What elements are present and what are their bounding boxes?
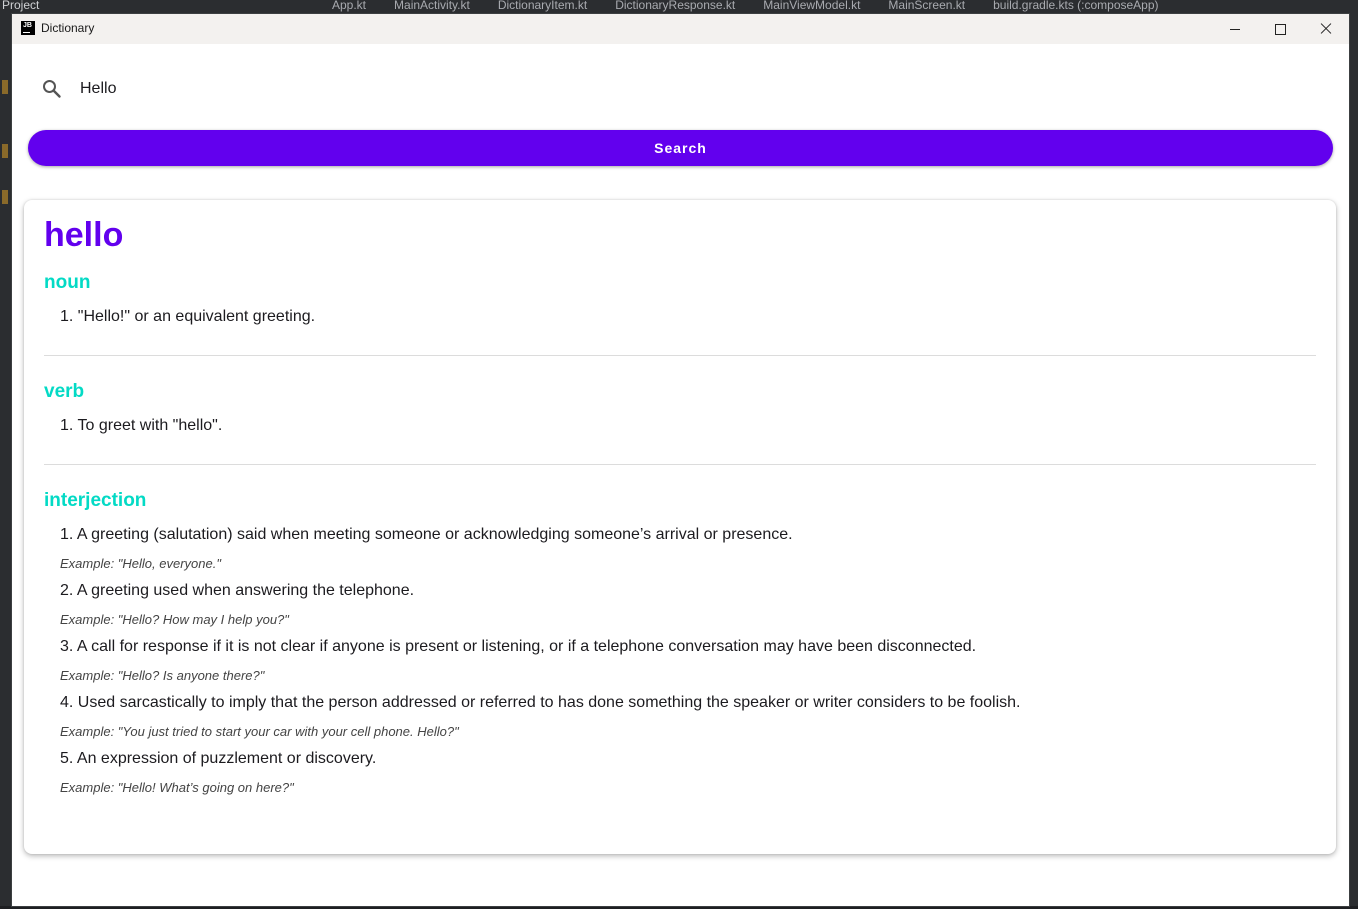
search-input[interactable] [80,74,1280,104]
maximize-icon [1274,23,1286,35]
definition-item: 2. A greeting used when answering the te… [44,581,1316,629]
part-of-speech: interjection [44,490,147,511]
definition-text: 2. A greeting used when answering the te… [60,582,415,599]
close-icon [1320,23,1332,35]
definition-item: 3. A call for response if it is not clea… [44,637,1316,685]
definition-item: 5. An expression of puzzlement or discov… [44,749,1316,797]
ide-left-gutter [0,14,12,909]
ide-tab[interactable]: MainActivity.kt [380,0,484,12]
search-field[interactable] [28,44,1333,132]
title-bar[interactable]: JB Dictionary [12,14,1349,44]
definition-text: 1. To greet with "hello". [60,417,223,434]
ide-tab-strip: App.kt MainActivity.kt DictionaryItem.kt… [318,0,1173,12]
search-icon [43,80,61,98]
divider [44,355,1316,356]
definition-example: Example: "You just tried to start your c… [60,724,459,739]
definition-text: 1. "Hello!" or an equivalent greeting. [60,308,316,325]
ide-marker [2,80,8,94]
definition-text: 1. A greeting (salutation) said when mee… [60,526,793,543]
ide-marker [2,144,8,158]
dictionary-window: JB Dictionary Search hello noun 1. "Hell… [12,14,1349,906]
ide-tab[interactable]: DictionaryItem.kt [484,0,601,12]
definition-example: Example: "Hello? Is anyone there?" [60,668,265,683]
definition-card: hello noun 1. "Hello!" or an equivalent … [24,200,1336,854]
meaning-verb: verb 1. To greet with "hello". [44,381,1316,436]
definition-example: Example: "Hello? How may I help you?" [60,612,289,627]
definition-example: Example: "Hello! What’s going on here?" [60,780,294,795]
ide-tab[interactable]: MainScreen.kt [874,0,979,12]
ide-editor-tabs-bar: Project App.kt MainActivity.kt Dictionar… [0,0,1358,14]
part-of-speech: noun [44,272,91,293]
ide-right-gutter [1349,14,1358,909]
word-title: hello [44,216,124,254]
ide-tab[interactable]: build.gradle.kts (:composeApp) [979,0,1172,12]
meaning-interjection: interjection 1. A greeting (salutation) … [44,490,1316,797]
meaning-noun: noun 1. "Hello!" or an equivalent greeti… [44,272,1316,327]
ide-tab[interactable]: DictionaryResponse.kt [601,0,749,12]
part-of-speech: verb [44,381,85,402]
search-button[interactable]: Search [28,130,1333,166]
close-button[interactable] [1303,14,1349,44]
definition-text: 5. An expression of puzzlement or discov… [60,750,377,767]
minimize-button[interactable] [1212,14,1258,44]
ide-project-label: Project [2,0,40,12]
app-logo-icon: JB [21,21,35,35]
minimize-icon [1230,28,1240,30]
ide-tab[interactable]: App.kt [318,0,380,12]
definition-example: Example: "Hello, everyone." [60,556,221,571]
definition-text: 3. A call for response if it is not clea… [60,638,977,655]
definition-item: 4. Used sarcastically to imply that the … [44,693,1316,741]
ide-tab[interactable]: MainViewModel.kt [749,0,874,12]
definition-text: 4. Used sarcastically to imply that the … [60,694,1021,711]
window-title: Dictionary [41,21,95,35]
ide-marker [2,190,8,204]
definition-item: 1. A greeting (salutation) said when mee… [44,525,1316,573]
maximize-button[interactable] [1257,14,1303,44]
divider [44,464,1316,465]
